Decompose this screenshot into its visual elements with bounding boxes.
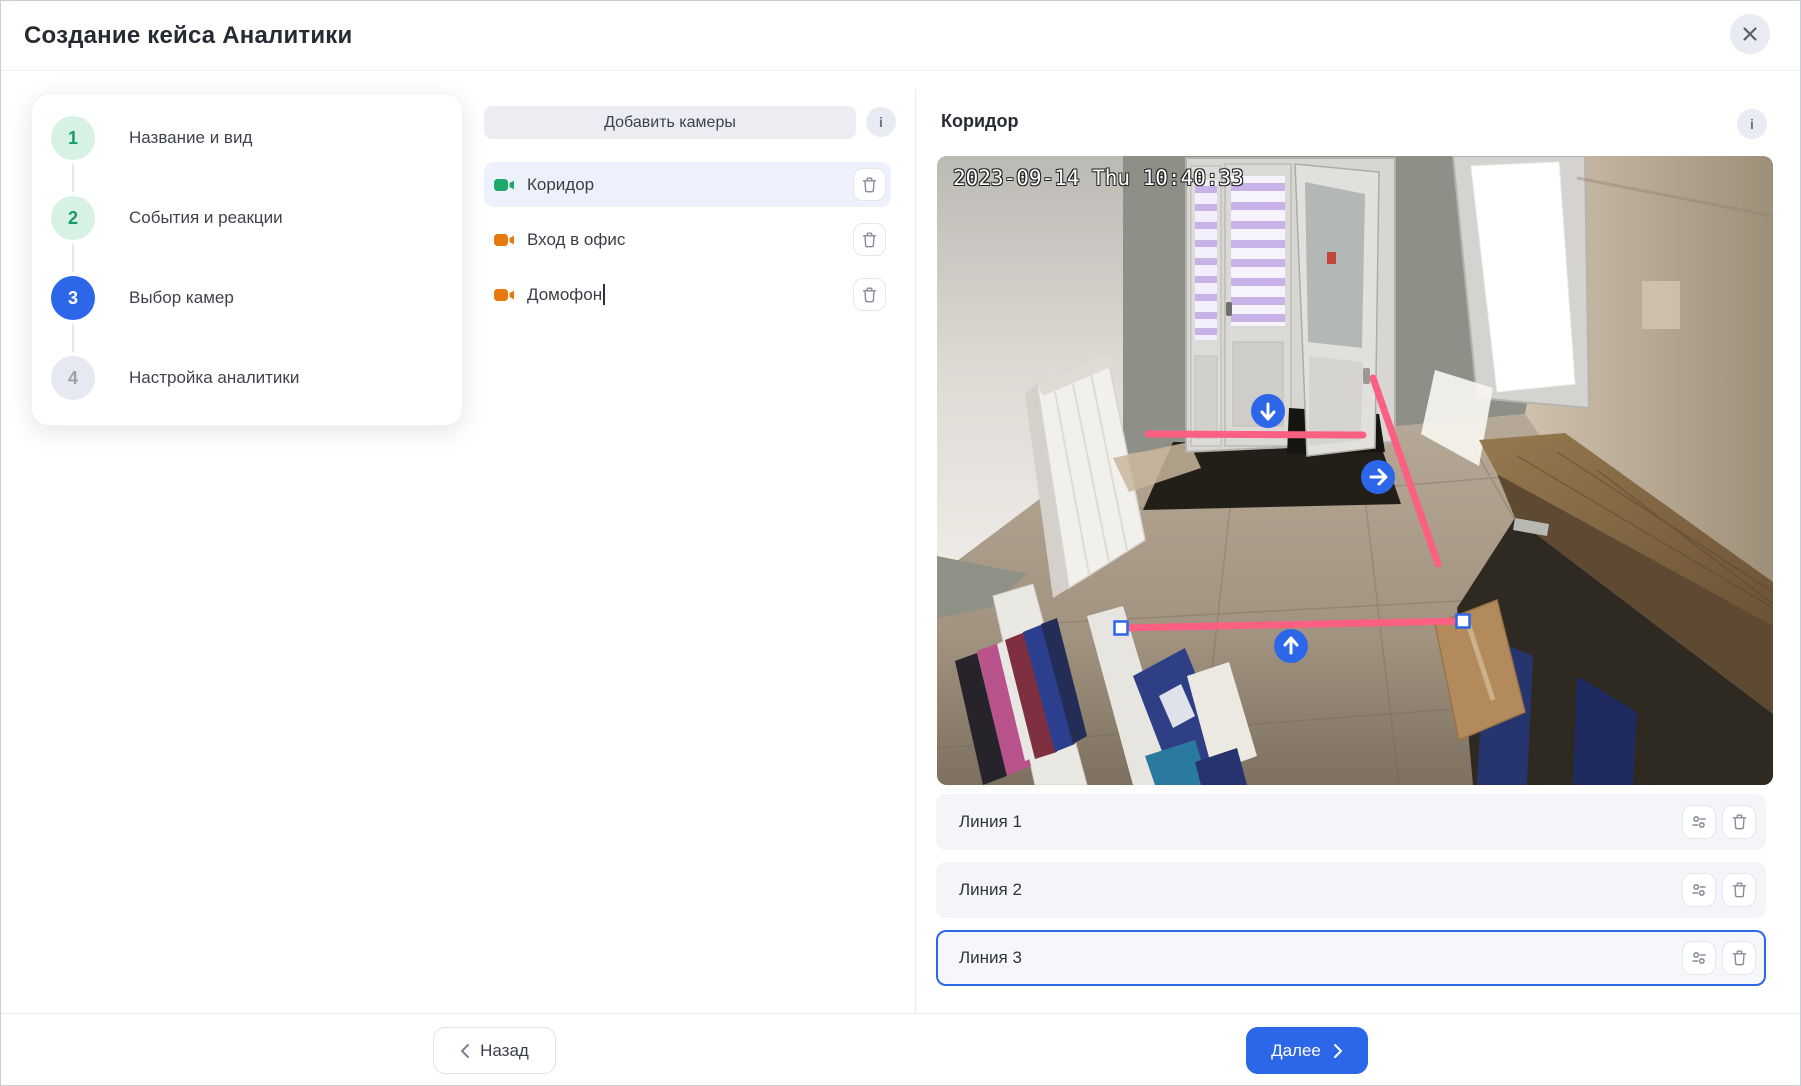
step-number-badge: 1 (51, 116, 95, 160)
step-connector (72, 324, 74, 352)
step-label: События и реакции (129, 208, 283, 228)
panel-divider (915, 89, 916, 1013)
camera-name: Коридор (527, 175, 594, 195)
preview-camera-title: Коридор (941, 111, 1018, 132)
step-number-badge: 2 (51, 196, 95, 240)
line-settings-button[interactable] (1682, 873, 1716, 907)
step-connector (72, 244, 74, 272)
line-row-1[interactable]: Линия 1 (936, 794, 1766, 850)
back-label: Назад (480, 1041, 529, 1061)
wizard-step-1[interactable]: 1 Название и вид (51, 116, 252, 160)
modal-footer: Назад Далее (1, 1013, 1800, 1085)
camera-name: Вход в офис (527, 230, 625, 250)
text-caret (603, 284, 605, 305)
wizard-step-2[interactable]: 2 События и реакции (51, 196, 283, 240)
step-connector (72, 164, 74, 192)
line-row-3-selected[interactable]: Линия 3 (936, 930, 1766, 986)
trash-icon (862, 287, 877, 303)
video-frame[interactable]: 2023-09-14 Thu 10:40:33 (937, 156, 1773, 785)
line-settings-button[interactable] (1682, 805, 1716, 839)
trash-icon (1732, 814, 1747, 830)
analytics-line-1[interactable] (1148, 394, 1363, 435)
wizard-step-3[interactable]: 3 Выбор камер (51, 276, 234, 320)
preview-info-button[interactable]: i (1737, 109, 1767, 139)
line-delete-button[interactable] (1722, 941, 1756, 975)
line-endpoint-handle[interactable] (1115, 622, 1128, 635)
camera-row-koridor[interactable]: Коридор (484, 162, 891, 207)
line-settings-button[interactable] (1682, 941, 1716, 975)
delete-camera-button[interactable] (853, 168, 886, 201)
delete-camera-button[interactable] (853, 223, 886, 256)
trash-icon (1732, 950, 1747, 966)
line-endpoint-handle[interactable] (1457, 615, 1470, 628)
info-icon: i (1750, 116, 1754, 132)
camera-row-domofon[interactable]: Домофон (484, 272, 891, 317)
wizard-step-4[interactable]: 4 Настройка аналитики (51, 356, 299, 400)
create-case-modal: Создание кейса Аналитики 1 Название и ви… (0, 0, 1801, 1086)
close-button[interactable] (1730, 14, 1770, 54)
analytics-overlay (937, 156, 1773, 785)
delete-camera-button[interactable] (853, 278, 886, 311)
info-icon: i (879, 114, 883, 130)
add-cameras-button[interactable]: Добавить камеры (484, 106, 856, 139)
line-direction-arrow-down[interactable] (1251, 394, 1285, 428)
analytics-line-2[interactable] (1361, 378, 1438, 564)
camera-icon-orange (494, 233, 515, 247)
line-delete-button[interactable] (1722, 873, 1756, 907)
camera-row-vhod-v-ofis[interactable]: Вход в офис (484, 217, 891, 262)
step-label: Настройка аналитики (129, 368, 299, 388)
step-number-badge: 3 (51, 276, 95, 320)
line-row-2[interactable]: Линия 2 (936, 862, 1766, 918)
line-delete-button[interactable] (1722, 805, 1756, 839)
back-button[interactable]: Назад (433, 1027, 556, 1074)
camera-name-editing[interactable]: Домофон (527, 285, 602, 305)
next-button[interactable]: Далее (1246, 1027, 1368, 1074)
video-timestamp: 2023-09-14 Thu 10:40:33 (953, 166, 1244, 190)
chevron-right-icon (1333, 1043, 1343, 1059)
step-number-badge: 4 (51, 356, 95, 400)
close-icon (1742, 26, 1758, 42)
chevron-left-icon (460, 1043, 470, 1059)
next-label: Далее (1271, 1041, 1321, 1061)
step-label: Выбор камер (129, 288, 234, 308)
line-direction-arrow-up[interactable] (1274, 629, 1308, 663)
camera-icon-orange (494, 288, 515, 302)
line-label: Линия 3 (959, 948, 1022, 968)
line-label: Линия 1 (959, 812, 1022, 832)
camera-icon-green (494, 178, 515, 192)
line-direction-arrow-right[interactable] (1361, 460, 1395, 494)
step-label: Название и вид (129, 128, 252, 148)
line-label: Линия 2 (959, 880, 1022, 900)
sliders-icon (1691, 950, 1707, 966)
modal-header: Создание кейса Аналитики (1, 1, 1800, 71)
camera-info-button[interactable]: i (866, 107, 896, 137)
trash-icon (862, 177, 877, 193)
sliders-icon (1691, 814, 1707, 830)
modal-title: Создание кейса Аналитики (24, 1, 352, 71)
analytics-line-3-selected[interactable] (1115, 615, 1470, 664)
trash-icon (862, 232, 877, 248)
wizard-steps-card: 1 Название и вид 2 События и реакции 3 В… (31, 93, 463, 426)
trash-icon (1732, 882, 1747, 898)
sliders-icon (1691, 882, 1707, 898)
